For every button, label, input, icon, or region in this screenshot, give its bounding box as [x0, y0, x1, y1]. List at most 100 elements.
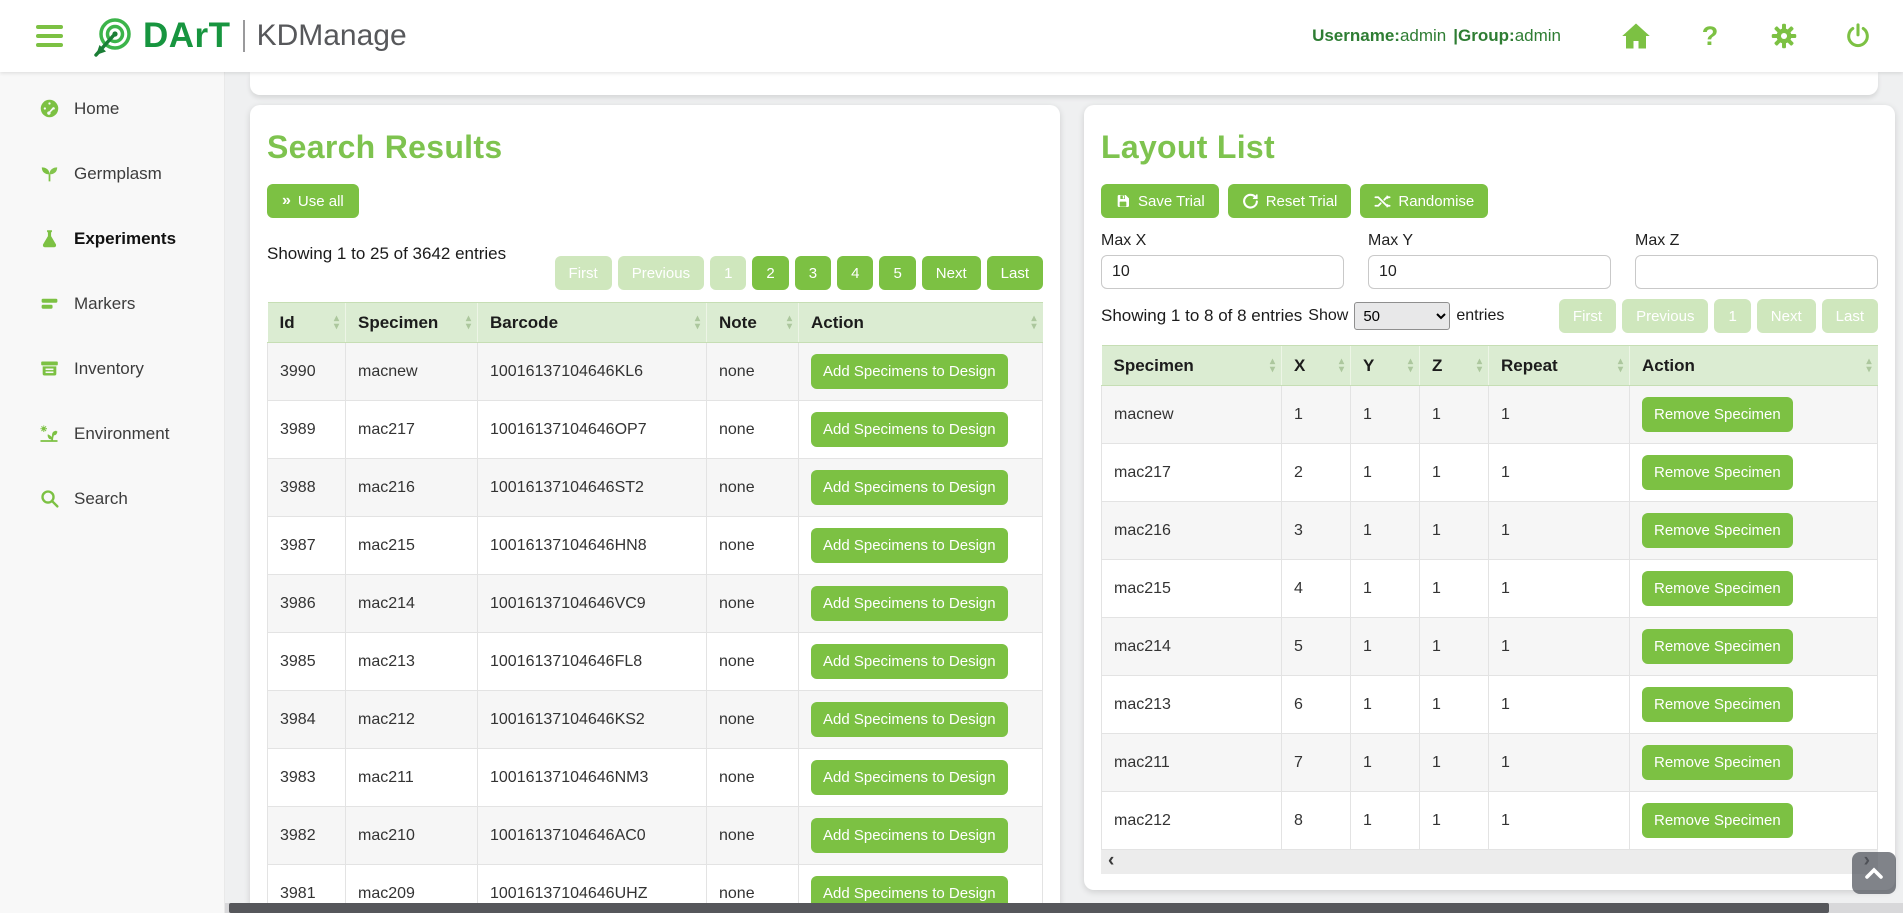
- search-results-col-note[interactable]: Note▴▾: [707, 303, 799, 343]
- settings-icon[interactable]: [1769, 21, 1799, 51]
- page-1-button[interactable]: 1: [1714, 299, 1750, 333]
- layout-list-col-repeat[interactable]: Repeat▴▾: [1489, 346, 1630, 386]
- sort-icon: ▴▾: [695, 315, 700, 331]
- page-previous-button[interactable]: Previous: [618, 256, 704, 290]
- cell-repeat: 1: [1489, 502, 1630, 560]
- add-specimens-button[interactable]: Add Specimens to Design: [811, 354, 1008, 389]
- search-results-col-action[interactable]: Action▴▾: [799, 303, 1043, 343]
- add-specimens-button[interactable]: Add Specimens to Design: [811, 412, 1008, 447]
- page-last-button[interactable]: Last: [987, 256, 1043, 290]
- page-last-button[interactable]: Last: [1822, 299, 1878, 333]
- cell-id: 3984: [268, 691, 346, 749]
- page-2-button[interactable]: 2: [752, 256, 788, 290]
- save-trial-button[interactable]: Save Trial: [1101, 184, 1219, 218]
- sidebar-item-inventory[interactable]: Inventory: [0, 336, 224, 401]
- max-x-input[interactable]: [1101, 255, 1344, 289]
- cell-specimen: mac212: [346, 691, 478, 749]
- cell-x: 8: [1282, 792, 1351, 850]
- sidebar-item-search[interactable]: Search: [0, 466, 224, 531]
- reset-trial-button[interactable]: Reset Trial: [1228, 184, 1352, 218]
- sidebar-item-germplasm[interactable]: Germplasm: [0, 141, 224, 206]
- sidebar-item-markers[interactable]: Markers: [0, 271, 224, 336]
- max-z-input[interactable]: [1635, 255, 1878, 289]
- cell-action: Remove Specimen: [1630, 734, 1878, 792]
- cell-barcode: 10016137104646KL6: [478, 343, 707, 401]
- cell-action: Add Specimens to Design: [799, 575, 1043, 633]
- scrollbar-thumb[interactable]: [229, 903, 1829, 913]
- randomise-label: Randomise: [1398, 193, 1474, 210]
- remove-specimen-button[interactable]: Remove Specimen: [1642, 745, 1793, 780]
- home-icon[interactable]: [1621, 21, 1651, 51]
- page-previous-button[interactable]: Previous: [1622, 299, 1708, 333]
- search-result-row: 3984mac21210016137104646KS2noneAdd Speci…: [268, 691, 1043, 749]
- page-3-button[interactable]: 3: [795, 256, 831, 290]
- sort-icon: ▴▾: [1270, 358, 1275, 374]
- column-header-label: Id: [280, 313, 295, 332]
- cell-action: Remove Specimen: [1630, 618, 1878, 676]
- use-all-button[interactable]: »Use all: [267, 184, 359, 218]
- remove-specimen-button[interactable]: Remove Specimen: [1642, 803, 1793, 838]
- menu-icon[interactable]: [34, 21, 65, 51]
- page-first-button[interactable]: First: [555, 256, 612, 290]
- layout-list-col-x[interactable]: X▴▾: [1282, 346, 1351, 386]
- layout-list-col-y[interactable]: Y▴▾: [1351, 346, 1420, 386]
- add-specimens-button[interactable]: Add Specimens to Design: [811, 586, 1008, 621]
- sort-icon: ▴▾: [1031, 315, 1036, 331]
- seedling-icon: [38, 163, 60, 185]
- layout-list-col-specimen[interactable]: Specimen▴▾: [1102, 346, 1282, 386]
- add-specimens-button[interactable]: Add Specimens to Design: [811, 470, 1008, 505]
- chevron-left-icon[interactable]: ‹: [1108, 850, 1114, 874]
- remove-specimen-button[interactable]: Remove Specimen: [1642, 629, 1793, 664]
- add-specimens-button[interactable]: Add Specimens to Design: [811, 644, 1008, 679]
- back-to-top-button[interactable]: [1852, 852, 1896, 894]
- cell-y: 1: [1351, 502, 1420, 560]
- sidebar-item-home[interactable]: Home: [0, 76, 224, 141]
- horizontal-scroll-strip[interactable]: ‹ ›: [1101, 850, 1878, 874]
- cell-z: 1: [1420, 444, 1489, 502]
- page-1-button[interactable]: 1: [710, 256, 746, 290]
- cell-repeat: 1: [1489, 734, 1630, 792]
- cell-repeat: 1: [1489, 676, 1630, 734]
- page-size-select[interactable]: 50: [1354, 302, 1450, 330]
- page-4-button[interactable]: 4: [837, 256, 873, 290]
- cell-barcode: 10016137104646VC9: [478, 575, 707, 633]
- sidebar-item-experiments[interactable]: Experiments: [0, 206, 224, 271]
- search-results-col-id[interactable]: Id▴▾: [268, 303, 346, 343]
- add-specimens-button[interactable]: Add Specimens to Design: [811, 528, 1008, 563]
- layout-list-col-z[interactable]: Z▴▾: [1420, 346, 1489, 386]
- search-results-col-specimen[interactable]: Specimen▴▾: [346, 303, 478, 343]
- remove-specimen-button[interactable]: Remove Specimen: [1642, 455, 1793, 490]
- user-info: Username:admin|Group:admin: [1312, 26, 1561, 46]
- cell-barcode: 10016137104646OP7: [478, 401, 707, 459]
- remove-specimen-button[interactable]: Remove Specimen: [1642, 687, 1793, 722]
- max-z-label: Max Z: [1635, 232, 1878, 250]
- sidebar-item-environment[interactable]: Environment: [0, 401, 224, 466]
- add-specimens-button[interactable]: Add Specimens to Design: [811, 702, 1008, 737]
- page-first-button[interactable]: First: [1559, 299, 1616, 333]
- help-icon[interactable]: ?: [1695, 21, 1725, 51]
- page-next-button[interactable]: Next: [922, 256, 981, 290]
- layout-list-showing-text: Showing 1 to 8 of 8 entries: [1101, 306, 1302, 326]
- page-5-button[interactable]: 5: [879, 256, 915, 290]
- remove-specimen-button[interactable]: Remove Specimen: [1642, 397, 1793, 432]
- sidebar-item-label: Markers: [74, 294, 135, 314]
- max-y-input[interactable]: [1368, 255, 1611, 289]
- layout-list-col-action[interactable]: Action▴▾: [1630, 346, 1878, 386]
- search-icon: [38, 488, 60, 510]
- add-specimens-button[interactable]: Add Specimens to Design: [811, 760, 1008, 795]
- remove-specimen-button[interactable]: Remove Specimen: [1642, 513, 1793, 548]
- power-icon[interactable]: [1843, 21, 1873, 51]
- cell-note: none: [707, 575, 799, 633]
- cell-specimen: mac217: [346, 401, 478, 459]
- cell-x: 6: [1282, 676, 1351, 734]
- brand-logo[interactable]: DArT KDManage: [91, 14, 407, 58]
- add-specimens-button[interactable]: Add Specimens to Design: [811, 818, 1008, 853]
- cell-specimen: mac215: [1102, 560, 1282, 618]
- cell-id: 3986: [268, 575, 346, 633]
- remove-specimen-button[interactable]: Remove Specimen: [1642, 571, 1793, 606]
- cell-specimen: mac217: [1102, 444, 1282, 502]
- page-next-button[interactable]: Next: [1757, 299, 1816, 333]
- search-results-col-barcode[interactable]: Barcode▴▾: [478, 303, 707, 343]
- randomise-button[interactable]: Randomise: [1360, 184, 1488, 218]
- cell-note: none: [707, 401, 799, 459]
